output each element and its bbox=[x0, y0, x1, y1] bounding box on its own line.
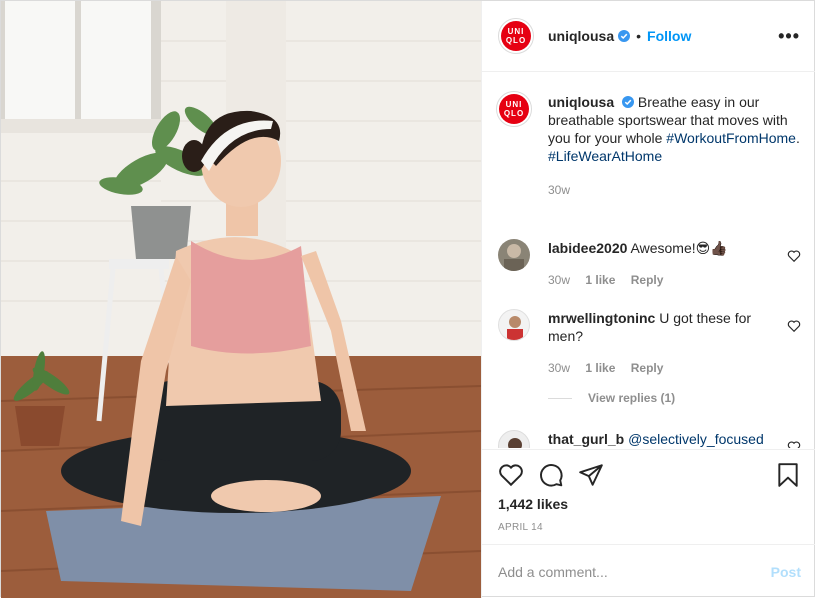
replies-divider bbox=[548, 397, 572, 399]
bookmark-icon[interactable] bbox=[775, 462, 801, 488]
comment-body: that_gurl_b @selectively_focused bbox=[548, 430, 775, 448]
comment-age: 30w bbox=[548, 361, 571, 375]
avatar-photo bbox=[504, 244, 524, 271]
hashtag-link[interactable]: #LifeWearAtHome bbox=[548, 148, 662, 164]
post-photo[interactable] bbox=[1, 1, 481, 598]
caption-meta: 30w bbox=[548, 181, 801, 199]
comment-row: labidee2020 Awesome!😎👍🏿 30w 1 like Reply bbox=[498, 239, 801, 299]
post-side-panel: UNI QLO uniqlousa • Follow ••• UNI QLO u… bbox=[481, 1, 815, 598]
caption-avatar[interactable]: UNI QLO bbox=[496, 91, 532, 127]
uniqlo-logo: UNI QLO bbox=[501, 21, 531, 51]
view-replies-button[interactable]: View replies (1) bbox=[548, 391, 675, 405]
comment-likes[interactable]: 1 like bbox=[585, 361, 615, 375]
view-replies-label: View replies (1) bbox=[588, 391, 676, 405]
post-header: UNI QLO uniqlousa • Follow ••• bbox=[482, 1, 815, 72]
reply-button[interactable]: Reply bbox=[631, 361, 664, 375]
comment-username[interactable]: mrwellingtoninc bbox=[548, 310, 655, 326]
caption-body: uniqlousa Breathe easy in our breathable… bbox=[548, 93, 801, 199]
logo-text-top: UNI bbox=[505, 100, 523, 109]
account-avatar[interactable]: UNI QLO bbox=[498, 18, 534, 54]
post-image bbox=[1, 1, 481, 598]
commenter-avatar[interactable] bbox=[498, 309, 530, 341]
caption-username[interactable]: uniqlousa bbox=[548, 94, 614, 110]
comment-row: mrwellingtoninc U got these for men? 30w… bbox=[498, 309, 801, 379]
more-options-icon[interactable]: ••• bbox=[778, 26, 800, 47]
verified-badge-icon bbox=[618, 30, 631, 42]
separator-dot: • bbox=[636, 28, 642, 44]
logo-text-bottom: QLO bbox=[503, 109, 525, 118]
reply-button[interactable]: Reply bbox=[631, 273, 664, 287]
logo-text-top: UNI bbox=[507, 27, 525, 36]
commenter-avatar[interactable] bbox=[498, 239, 530, 271]
heart-icon[interactable] bbox=[787, 440, 801, 448]
heart-icon[interactable] bbox=[787, 249, 801, 263]
caption-period: . bbox=[795, 130, 800, 146]
comment-likes[interactable]: 1 like bbox=[585, 273, 615, 287]
avatar-photo bbox=[507, 316, 523, 340]
caption-age: 30w bbox=[548, 183, 571, 197]
post-comment-button[interactable]: Post bbox=[771, 564, 801, 580]
comment-icon[interactable] bbox=[538, 462, 564, 488]
comment-username[interactable]: labidee2020 bbox=[548, 240, 627, 256]
verified-badge-icon bbox=[622, 96, 635, 108]
comment-input[interactable]: Add a comment... bbox=[498, 564, 771, 580]
commenter-avatar[interactable] bbox=[498, 430, 530, 448]
comment-row: that_gurl_b @selectively_focused bbox=[498, 430, 801, 448]
caption: UNI QLO uniqlousa Breathe easy in our br… bbox=[496, 91, 801, 223]
share-icon[interactable] bbox=[578, 462, 604, 488]
comment-text: Awesome!😎👍🏿 bbox=[630, 240, 728, 256]
comment-body: mrwellingtoninc U got these for men? 30w… bbox=[548, 309, 775, 377]
heart-icon[interactable] bbox=[787, 319, 801, 333]
post-actions: 1,442 likes APRIL 14 bbox=[482, 449, 815, 544]
heart-icon[interactable] bbox=[498, 462, 524, 488]
avatar-photo bbox=[508, 438, 522, 448]
action-icons bbox=[498, 462, 801, 490]
hashtag-link[interactable]: #WorkoutFromHome bbox=[666, 130, 796, 146]
add-comment-bar: Add a comment... Post bbox=[482, 544, 815, 598]
comment-body: labidee2020 Awesome!😎👍🏿 30w 1 like Reply bbox=[548, 239, 775, 289]
comment-age: 30w bbox=[548, 273, 571, 287]
uniqlo-logo: UNI QLO bbox=[499, 94, 529, 124]
likes-count[interactable]: 1,442 likes bbox=[498, 496, 568, 512]
logo-text-bottom: QLO bbox=[505, 36, 527, 45]
comment-meta: 30w 1 like Reply bbox=[548, 359, 775, 377]
comment-username[interactable]: that_gurl_b bbox=[548, 431, 624, 447]
comment-meta: 30w 1 like Reply bbox=[548, 271, 775, 289]
comments-section[interactable]: UNI QLO uniqlousa Breathe easy in our br… bbox=[482, 73, 815, 448]
follow-button[interactable]: Follow bbox=[647, 28, 691, 44]
header-username[interactable]: uniqlousa bbox=[548, 28, 614, 44]
post-date[interactable]: APRIL 14 bbox=[498, 522, 543, 533]
mention-link[interactable]: @selectively_focused bbox=[628, 431, 764, 447]
instagram-post: UNI QLO uniqlousa • Follow ••• UNI QLO u… bbox=[0, 0, 815, 598]
